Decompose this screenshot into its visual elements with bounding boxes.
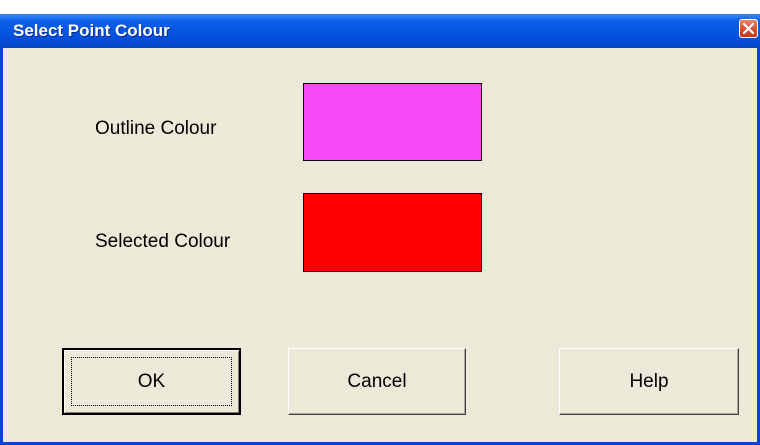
outline-colour-swatch[interactable] [303,83,482,161]
close-icon [743,23,754,34]
top-strip [0,0,760,14]
help-button[interactable]: Help [559,348,739,415]
outline-colour-label: Outline Colour [95,118,217,139]
selected-colour-label: Selected Colour [95,231,231,252]
cancel-button-label: Cancel [347,370,407,392]
title-bar[interactable]: Select Point Colour [0,14,760,48]
ok-button[interactable]: OK [62,348,241,415]
cancel-button[interactable]: Cancel [288,348,466,415]
close-button[interactable] [739,19,758,38]
help-button-label: Help [629,370,669,392]
window-title: Select Point Colour [13,21,170,40]
selected-colour-swatch[interactable] [303,193,482,272]
focus-ring [71,357,232,406]
